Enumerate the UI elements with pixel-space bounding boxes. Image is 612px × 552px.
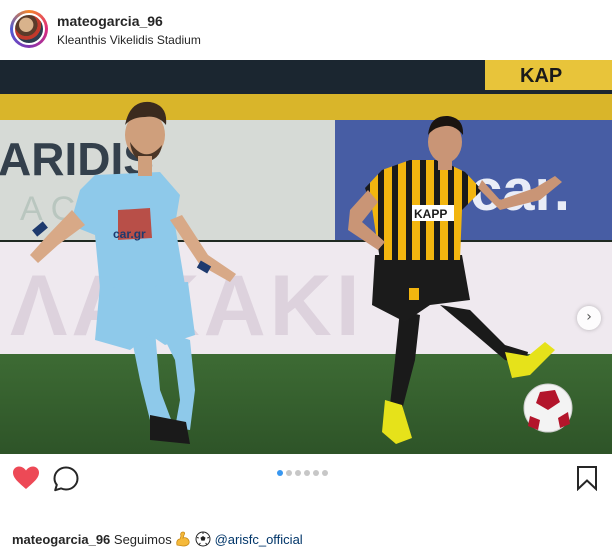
caption-username[interactable]: mateogarcia_96: [12, 532, 110, 547]
carousel-dot: [313, 470, 319, 476]
heart-icon[interactable]: [12, 465, 40, 491]
carousel-dot: [322, 470, 328, 476]
soccer-ball-icon: [195, 531, 211, 547]
carousel-next-button[interactable]: ›: [577, 306, 601, 330]
post-header: mateogarcia_96 Kleanthis Vikelidis Stadi…: [0, 0, 612, 60]
shirt-sponsor-left: car.gr: [113, 227, 146, 241]
post-caption: mateogarcia_96 Seguimos @arisfc_official: [12, 531, 303, 547]
post-username[interactable]: mateogarcia_96: [57, 13, 163, 29]
post-location[interactable]: Kleanthis Vikelidis Stadium: [57, 33, 201, 47]
chevron-right-icon: ›: [586, 309, 592, 325]
comment-icon[interactable]: [52, 465, 80, 493]
carousel-dot: [295, 470, 301, 476]
soccer-ball: [523, 383, 573, 433]
avatar-image: [13, 13, 45, 45]
caption-mention[interactable]: @arisfc_official: [215, 532, 303, 547]
carousel-dot: [277, 470, 283, 476]
banner-top-text: KAP: [520, 65, 562, 87]
carousel-indicator: [277, 470, 331, 476]
action-bar: [0, 456, 612, 500]
caption-text: Seguimos: [113, 532, 172, 547]
carousel-dot: [304, 470, 310, 476]
post-photo[interactable]: KAP ARIDIS ACETS car. ΛΑΚΑΚΙ car.gr: [0, 60, 612, 454]
flexed-biceps-icon: [176, 531, 190, 547]
bookmark-icon[interactable]: [575, 465, 599, 491]
carousel-dot: [286, 470, 292, 476]
shirt-sponsor-right: KAPP: [414, 207, 447, 221]
profile-avatar[interactable]: [10, 10, 48, 48]
